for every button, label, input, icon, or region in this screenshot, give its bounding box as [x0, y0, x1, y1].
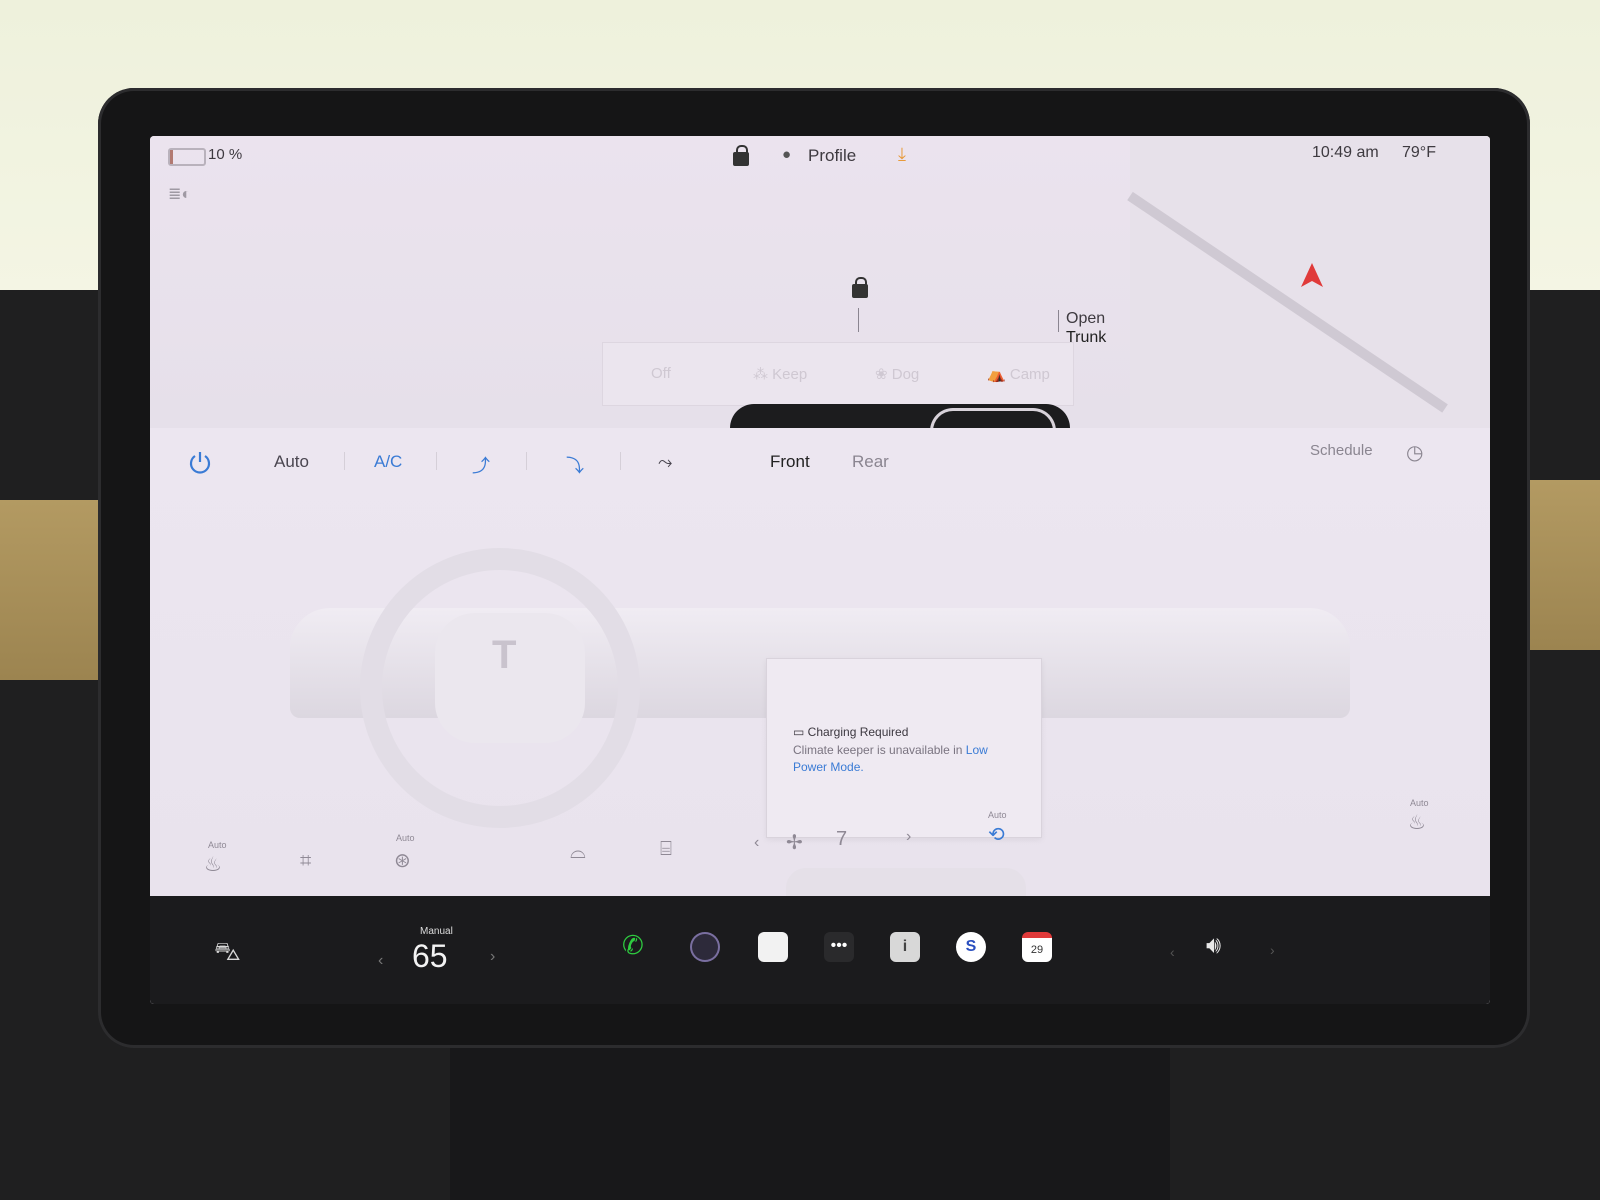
fan-speed: 7 — [836, 828, 848, 850]
airflow-face-icon[interactable]: ⤴ — [472, 452, 490, 478]
clock-icon[interactable]: ◷ — [1406, 440, 1423, 465]
vehicle-status-area: 10 % ≣◐ ● Profile ⤓ 10:49 am 79°F Open T… — [150, 136, 1490, 431]
volume-icon[interactable]: 🔊︎ — [1206, 932, 1221, 960]
fan-icon: ✢ — [786, 832, 803, 854]
volume-decrease-icon[interactable]: ‹ — [1170, 944, 1175, 960]
trunk-pointer-line — [1058, 310, 1059, 332]
temp-increase-icon[interactable]: › — [490, 948, 495, 966]
separator — [436, 452, 437, 470]
battery-percent: 10 % — [208, 146, 243, 163]
cabin-view: T ▭ Charging Required Climate keeper is … — [220, 528, 1360, 998]
volume-increase-icon[interactable]: › — [1270, 942, 1275, 958]
auto-button[interactable]: Auto — [274, 452, 309, 472]
download-icon[interactable]: ⤓ — [898, 144, 906, 165]
airflow-windshield-icon[interactable]: ⤳ — [658, 452, 672, 473]
rear-defrost-icon[interactable]: ⌗ — [300, 850, 311, 873]
profile-label[interactable]: Profile — [808, 146, 856, 166]
front-defrost-icon[interactable]: ⌓ — [570, 841, 586, 864]
schedule-button[interactable]: Schedule — [1310, 442, 1373, 459]
fan-increase-icon[interactable]: › — [906, 828, 911, 846]
more-apps-icon[interactable]: ••• — [824, 932, 854, 962]
wood-trim-right — [1530, 480, 1600, 650]
seat-heater-right-icon[interactable]: ♨ — [1408, 810, 1426, 835]
separator — [526, 452, 527, 470]
recirculate-icon[interactable]: ⟲ — [988, 822, 1005, 847]
clock: 10:49 am — [1312, 144, 1379, 161]
car-icon[interactable]: ⛍ — [214, 936, 241, 971]
seat-heater-left-icon[interactable]: ♨ — [204, 852, 222, 877]
notepad-icon[interactable] — [758, 932, 788, 962]
stream-app-icon[interactable]: S — [956, 932, 986, 962]
profile-icon[interactable]: ● — [782, 146, 791, 163]
keeper-mode-camp[interactable]: ⛺ Camp — [987, 365, 1050, 383]
map-road — [1127, 191, 1448, 413]
battery-icon — [168, 148, 206, 166]
temp-decrease-icon[interactable]: ‹ — [378, 952, 383, 970]
map-view[interactable] — [1127, 136, 1490, 428]
notice-body: Climate keeper is unavailable in Low Pow… — [793, 743, 988, 774]
outside-temperature: 79°F — [1402, 144, 1436, 161]
calendar-icon[interactable]: 29 — [1022, 932, 1052, 962]
ac-button[interactable]: A/C — [374, 452, 402, 472]
separator — [620, 452, 621, 470]
lock-icon[interactable] — [733, 145, 749, 166]
climate-mode-label: Manual — [420, 926, 453, 937]
fan-decrease-icon[interactable]: ‹ — [754, 834, 759, 852]
cabin-temperature[interactable]: 65 — [412, 938, 448, 975]
keeper-mode-off[interactable]: Off — [651, 365, 671, 382]
keeper-mode-dog[interactable]: ❀ Dog — [875, 365, 919, 383]
seat-heater-right-auto: Auto — [1410, 798, 1429, 808]
navigation-arrow-icon — [1301, 263, 1323, 287]
separator — [344, 452, 345, 470]
tab-rear[interactable]: Rear — [852, 452, 889, 472]
manual-info-icon[interactable]: i — [890, 932, 920, 962]
rear-window-defrost-icon[interactable]: ⌸ — [660, 838, 672, 861]
steering-wheel-heater-icon[interactable]: ⊛ — [394, 848, 411, 873]
touchscreen: 10 % ≣◐ ● Profile ⤓ 10:49 am 79°F Open T… — [150, 136, 1490, 1004]
recirculate-auto: Auto — [988, 810, 1007, 820]
screen-mount — [450, 1030, 1170, 1200]
tab-front[interactable]: Front — [770, 452, 810, 472]
frunk-pointer-line — [858, 308, 859, 332]
trunk-open-label[interactable]: Open — [1066, 310, 1105, 328]
steering-heater-auto: Auto — [396, 833, 415, 843]
headlights-icon[interactable]: ≣◐ — [168, 184, 191, 204]
climate-power-icon[interactable] — [188, 450, 212, 474]
phone-icon[interactable]: ✆ — [622, 930, 644, 961]
airflow-feet-icon[interactable]: ⤵ — [566, 452, 584, 478]
keeper-mode-keep[interactable]: ⁂ Keep — [753, 365, 807, 383]
tesla-logo: T — [492, 633, 517, 677]
bottom-dock: ⛍ ‹ Manual 65 › ✆ ••• i S 29 ‹ 🔊︎ › — [150, 896, 1490, 1004]
camera-icon[interactable] — [690, 932, 720, 962]
climate-keeper-selector[interactable]: Off ⁂ Keep ❀ Dog ⛺ Camp — [602, 342, 1074, 406]
frunk-lock-icon[interactable] — [852, 277, 868, 298]
seat-heater-left-auto: Auto — [208, 840, 227, 850]
notice-title: ▭ Charging Required — [793, 725, 909, 739]
